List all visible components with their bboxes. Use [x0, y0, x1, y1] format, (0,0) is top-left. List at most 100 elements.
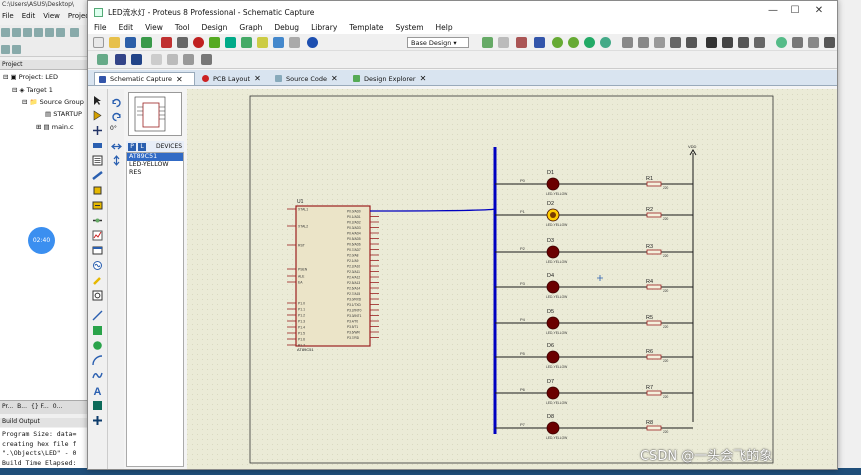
tree-item-target[interactable]: ⊟ ◈ Target 1 — [12, 86, 53, 94]
panel-tab-project[interactable]: Pr... — [2, 403, 13, 412]
generator-icon[interactable] — [92, 260, 103, 271]
overview-window[interactable] — [128, 92, 182, 136]
rotation-angle[interactable]: 0° — [110, 125, 117, 132]
selection-mode-icon[interactable] — [92, 95, 103, 106]
page-icon[interactable] — [151, 54, 162, 65]
bg-menu-file[interactable]: File — [2, 12, 14, 22]
tab-pcb-layout[interactable]: PCB Layout ✕ — [198, 72, 268, 85]
subcircuit-icon[interactable] — [92, 185, 103, 196]
zoom-all-icon[interactable] — [584, 37, 595, 48]
resistor-body[interactable] — [646, 284, 662, 290]
device-item-led-yellow[interactable]: LED-YELLOW — [127, 161, 183, 169]
library-manager-button[interactable]: L — [138, 142, 146, 151]
led-body[interactable] — [546, 386, 560, 400]
bill-icon[interactable] — [183, 54, 194, 65]
net-label[interactable]: P2 — [520, 246, 526, 251]
tree-item-project[interactable]: ⊟ ▣ Project: LED — [3, 73, 58, 81]
led-body[interactable] — [546, 316, 560, 330]
design-explorer-icon[interactable] — [257, 37, 268, 48]
bom-icon[interactable] — [241, 37, 252, 48]
minimize-button[interactable]: — — [763, 5, 783, 16]
new-file-icon[interactable] — [93, 37, 104, 48]
rotate-clockwise-icon[interactable] — [111, 97, 122, 108]
design-selector[interactable]: Base Design ▾ — [407, 37, 469, 48]
tab-close-icon[interactable]: ✕ — [420, 74, 427, 83]
menu-view[interactable]: View — [145, 23, 163, 34]
zoom-out-icon[interactable] — [568, 37, 579, 48]
resistor-body[interactable] — [646, 390, 662, 396]
circle-tool-icon[interactable] — [92, 340, 103, 351]
pencil-icon[interactable] — [201, 54, 212, 65]
decompose-icon[interactable] — [808, 37, 819, 48]
bg-new-icon[interactable] — [1, 28, 10, 37]
bg-menu-edit[interactable]: Edit — [22, 12, 36, 22]
make-device-icon[interactable] — [792, 37, 803, 48]
close-button[interactable]: ✕ — [809, 5, 829, 16]
resistor-body[interactable] — [646, 320, 662, 326]
arc-tool-icon[interactable] — [92, 355, 103, 366]
led-body[interactable] — [546, 245, 560, 259]
source-code-icon[interactable] — [225, 37, 236, 48]
resistor-body[interactable] — [646, 212, 662, 218]
zoom-in-icon[interactable] — [552, 37, 563, 48]
menu-help[interactable]: Help — [436, 23, 453, 34]
led-body[interactable] — [546, 280, 560, 294]
schematic-icon[interactable] — [177, 37, 188, 48]
device-pin-icon[interactable] — [92, 215, 103, 226]
zoom-area-icon[interactable] — [600, 37, 611, 48]
resistor-body[interactable] — [646, 425, 662, 431]
path-tool-icon[interactable] — [92, 370, 103, 381]
resistor-body[interactable] — [646, 181, 662, 187]
net-label[interactable]: P7 — [520, 422, 526, 427]
menu-graph[interactable]: Graph — [239, 23, 262, 34]
device-item-res[interactable]: RES — [127, 169, 183, 177]
bus-mode-icon[interactable] — [92, 170, 103, 181]
block-rotate-icon[interactable] — [738, 37, 749, 48]
text-tool-icon[interactable]: A — [92, 385, 103, 396]
pick-device-button[interactable]: P — [128, 142, 136, 151]
property-icon[interactable] — [97, 54, 108, 65]
resistor-body[interactable] — [646, 249, 662, 255]
copy-icon[interactable] — [670, 37, 681, 48]
menu-tool[interactable]: Tool — [175, 23, 190, 34]
net-label[interactable]: P5 — [520, 351, 526, 356]
wire-autorouter-icon[interactable] — [115, 54, 126, 65]
tab-close-icon[interactable]: ✕ — [331, 74, 338, 83]
terminal-mode-icon[interactable] — [92, 200, 103, 211]
tree-item-startup[interactable]: ▤ STARTUP — [45, 110, 82, 118]
tab-close-icon[interactable]: ✕ — [254, 74, 261, 83]
net-label[interactable]: P3 — [520, 281, 526, 286]
schematic-editing-area[interactable]: U1 AT89C51 XTAL1 XTAL2 RST PSEN ALE EA P1.0 P1.… — [187, 89, 837, 469]
tab-design-explorer[interactable]: Design Explorer ✕ — [349, 72, 433, 85]
gerber-icon[interactable] — [289, 37, 300, 48]
bg-menu-view[interactable]: View — [43, 12, 60, 22]
junction-dot-icon[interactable] — [92, 125, 103, 136]
home-icon[interactable] — [161, 37, 172, 48]
tree-item-group[interactable]: ⊟ 📁 Source Group — [22, 98, 84, 106]
menu-edit[interactable]: Edit — [119, 23, 134, 34]
graph-mode-icon[interactable] — [92, 230, 103, 241]
rotate-anticlockwise-icon[interactable] — [111, 111, 122, 122]
gallery-icon[interactable] — [209, 37, 220, 48]
search-icon[interactable] — [776, 37, 787, 48]
mcu-at89c51[interactable]: U1 AT89C51 XTAL1 XTAL2 RST PSEN ALE EA P1.0 P1.… — [287, 199, 379, 352]
bg-open-icon[interactable] — [12, 28, 21, 37]
redo-icon[interactable] — [638, 37, 649, 48]
menu-system[interactable]: System — [396, 23, 424, 34]
import-icon[interactable] — [141, 37, 152, 48]
bg-copy-icon[interactable] — [45, 28, 54, 37]
bg-rebuild-icon[interactable] — [1, 45, 10, 54]
net-label[interactable]: P6 — [520, 387, 526, 392]
grid-icon[interactable] — [498, 37, 509, 48]
menu-file[interactable]: File — [94, 23, 107, 34]
voltage-probe-icon[interactable] — [92, 275, 103, 286]
bg-save-icon[interactable] — [23, 28, 32, 37]
open-folder-icon[interactable] — [109, 37, 120, 48]
tools-icon[interactable] — [824, 37, 835, 48]
wire-label-icon[interactable] — [92, 140, 103, 151]
bg-paste-icon[interactable] — [56, 28, 65, 37]
paste-icon[interactable] — [686, 37, 697, 48]
undo-icon[interactable] — [622, 37, 633, 48]
bg-build-icon[interactable] — [69, 28, 79, 37]
bus-icon[interactable] — [131, 54, 142, 65]
